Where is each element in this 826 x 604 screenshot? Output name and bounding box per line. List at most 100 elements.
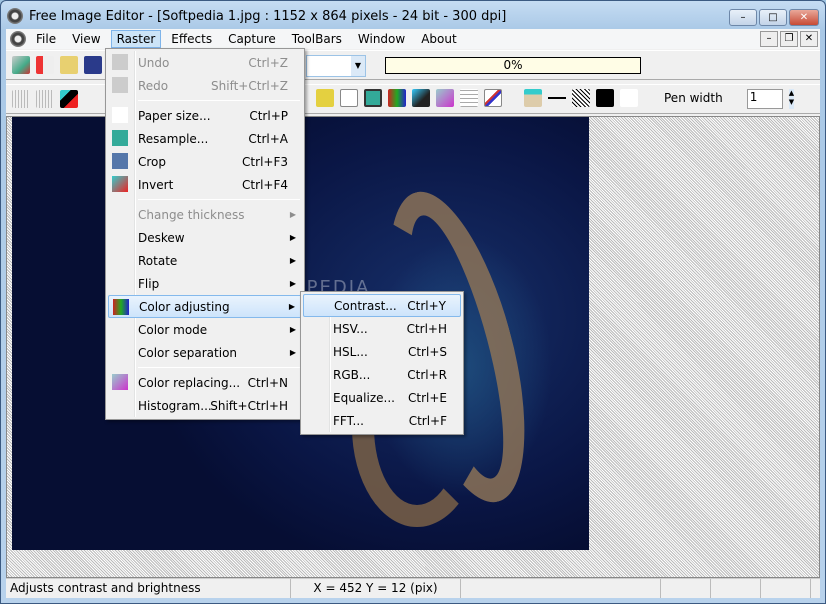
shortcut-label: Ctrl+S xyxy=(407,344,447,359)
shortcut-label: Ctrl+Z xyxy=(248,55,288,70)
paper-size-icon[interactable] xyxy=(340,89,358,107)
menu-item-label: Resample... xyxy=(138,131,209,146)
chevron-down-icon[interactable]: ▼ xyxy=(351,56,365,76)
menu-item-label: Color adjusting xyxy=(139,299,230,314)
app-gear-icon xyxy=(7,8,23,24)
menu-item-label: Crop xyxy=(138,154,167,169)
menu-item-rgb[interactable]: RGB... Ctrl+R xyxy=(303,363,461,386)
menu-view[interactable]: View xyxy=(66,30,106,48)
magic-wand-icon[interactable] xyxy=(412,89,430,107)
save-icon[interactable] xyxy=(84,56,102,74)
pen-width-input[interactable]: 1 xyxy=(746,89,783,109)
menu-item-color-replacing[interactable]: Color replacing... Ctrl+N xyxy=(108,371,302,394)
shortcut-label: Shift+Ctrl+Z xyxy=(211,78,288,93)
menu-item-hsl[interactable]: HSL... Ctrl+S xyxy=(303,340,461,363)
pen-icon[interactable] xyxy=(524,89,542,107)
menu-item-label: Contrast... xyxy=(334,298,397,313)
menu-file[interactable]: File xyxy=(30,30,62,48)
menu-item-label: Equalize... xyxy=(333,390,395,405)
menu-item-label: Histogram... xyxy=(138,398,212,413)
mdi-minimize-button[interactable]: – xyxy=(760,31,778,47)
menu-item-label: RGB... xyxy=(333,367,371,382)
redo-icon xyxy=(112,77,128,93)
menu-effects[interactable]: Effects xyxy=(165,30,218,48)
undo-icon xyxy=(112,54,128,70)
menu-item-rotate[interactable]: Rotate ▶ xyxy=(108,249,302,272)
invert-icon xyxy=(112,176,128,192)
mdi-restore-button[interactable]: ❐ xyxy=(780,31,798,47)
title-bar: Free Image Editor - [Softpedia 1.jpg : 1… xyxy=(7,5,819,27)
menu-toolbars[interactable]: ToolBars xyxy=(286,30,348,48)
menu-item-histogram[interactable]: Histogram... Shift+Ctrl+H xyxy=(108,394,302,417)
color-adjust-icon[interactable] xyxy=(388,89,406,107)
menu-separator xyxy=(138,367,300,368)
menu-item-color-adjusting[interactable]: Color adjusting ▶ xyxy=(108,295,302,318)
menu-item-label: Invert xyxy=(138,177,174,192)
zoom-combo[interactable]: ▼ xyxy=(306,55,366,77)
menu-item-flip[interactable]: Flip ▶ xyxy=(108,272,302,295)
menu-item-crop[interactable]: Crop Ctrl+F3 xyxy=(108,150,302,173)
submenu-arrow-icon: ▶ xyxy=(289,210,296,219)
resample-icon[interactable] xyxy=(364,89,382,107)
status-coords: X = 452 Y = 12 (pix) xyxy=(291,579,461,598)
histogram-icon[interactable] xyxy=(484,89,502,107)
submenu-arrow-icon: ▶ xyxy=(289,233,296,242)
background-color-swatch[interactable] xyxy=(620,89,638,107)
open-folder-icon[interactable] xyxy=(60,56,78,74)
grid-icon[interactable] xyxy=(460,89,478,107)
submenu-arrow-icon: ▶ xyxy=(289,348,296,357)
menu-about[interactable]: About xyxy=(415,30,462,48)
mdi-close-button[interactable]: ✕ xyxy=(800,31,818,47)
menu-item-invert[interactable]: Invert Ctrl+F4 xyxy=(108,173,302,196)
menu-separator xyxy=(138,199,300,200)
menu-item-equalize[interactable]: Equalize... Ctrl+E xyxy=(303,386,461,409)
scan-icon[interactable] xyxy=(12,56,30,74)
minimize-button[interactable]: – xyxy=(729,9,757,26)
shortcut-label: Ctrl+Y xyxy=(407,298,446,313)
shortcut-label: Ctrl+R xyxy=(407,367,447,382)
pen-width-spinner[interactable]: ▲ ▼ xyxy=(788,89,795,109)
menu-item-change-thickness[interactable]: Change thickness ▶ xyxy=(108,203,302,226)
shortcut-label: Ctrl+E xyxy=(408,390,447,405)
menu-item-fft[interactable]: FFT... Ctrl+F xyxy=(303,409,461,432)
menu-item-label: Deskew xyxy=(138,230,185,245)
status-panel xyxy=(461,579,661,598)
submenu-arrow-icon: ▶ xyxy=(289,325,296,334)
document-gear-icon[interactable] xyxy=(10,31,26,47)
line-style-icon[interactable] xyxy=(548,89,566,107)
menu-item-label: Paper size... xyxy=(138,108,211,123)
maximize-button[interactable]: □ xyxy=(759,9,787,26)
window-title: Free Image Editor - [Softpedia 1.jpg : 1… xyxy=(29,8,507,24)
menu-item-color-separation[interactable]: Color separation ▶ xyxy=(108,341,302,364)
shortcut-label: Ctrl+P xyxy=(249,108,288,123)
menu-item-redo[interactable]: Redo Shift+Ctrl+Z xyxy=(108,74,302,97)
color-replace-icon[interactable] xyxy=(436,89,454,107)
menu-item-paper-size[interactable]: Paper size... Ctrl+P xyxy=(108,104,302,127)
menu-window[interactable]: Window xyxy=(352,30,411,48)
color-adjusting-submenu: Contrast... Ctrl+Y HSV... Ctrl+H HSL... Ctrl+… xyxy=(300,291,464,435)
import-icon[interactable] xyxy=(36,56,54,74)
menu-item-resample[interactable]: Resample... Ctrl+A xyxy=(108,127,302,150)
menu-item-undo[interactable]: Undo Ctrl+Z xyxy=(108,51,302,74)
spin-down-icon[interactable]: ▼ xyxy=(789,98,794,107)
status-message: Adjusts contrast and brightness xyxy=(6,579,291,598)
foreground-color-swatch[interactable] xyxy=(596,89,614,107)
close-button[interactable]: ✕ xyxy=(789,9,819,26)
menu-item-color-mode[interactable]: Color mode ▶ xyxy=(108,318,302,341)
menu-item-deskew[interactable]: Deskew ▶ xyxy=(108,226,302,249)
spin-up-icon[interactable]: ▲ xyxy=(789,89,794,98)
menu-item-hsv[interactable]: HSV... Ctrl+H xyxy=(303,317,461,340)
pen-width-label: Pen width xyxy=(664,91,723,105)
menu-item-label: Undo xyxy=(138,55,170,70)
status-panel xyxy=(711,579,761,598)
crop-icon xyxy=(112,153,128,169)
menu-capture[interactable]: Capture xyxy=(222,30,282,48)
menu-item-label: Color mode xyxy=(138,322,208,337)
menu-item-contrast[interactable]: Contrast... Ctrl+Y xyxy=(303,294,461,317)
layers-icon[interactable] xyxy=(316,89,334,107)
paper-size-icon xyxy=(112,107,128,123)
menu-item-label: Rotate xyxy=(138,253,178,268)
convert-icon[interactable] xyxy=(60,90,78,108)
menu-raster[interactable]: Raster xyxy=(110,30,162,48)
fill-pattern-icon[interactable] xyxy=(572,89,590,107)
